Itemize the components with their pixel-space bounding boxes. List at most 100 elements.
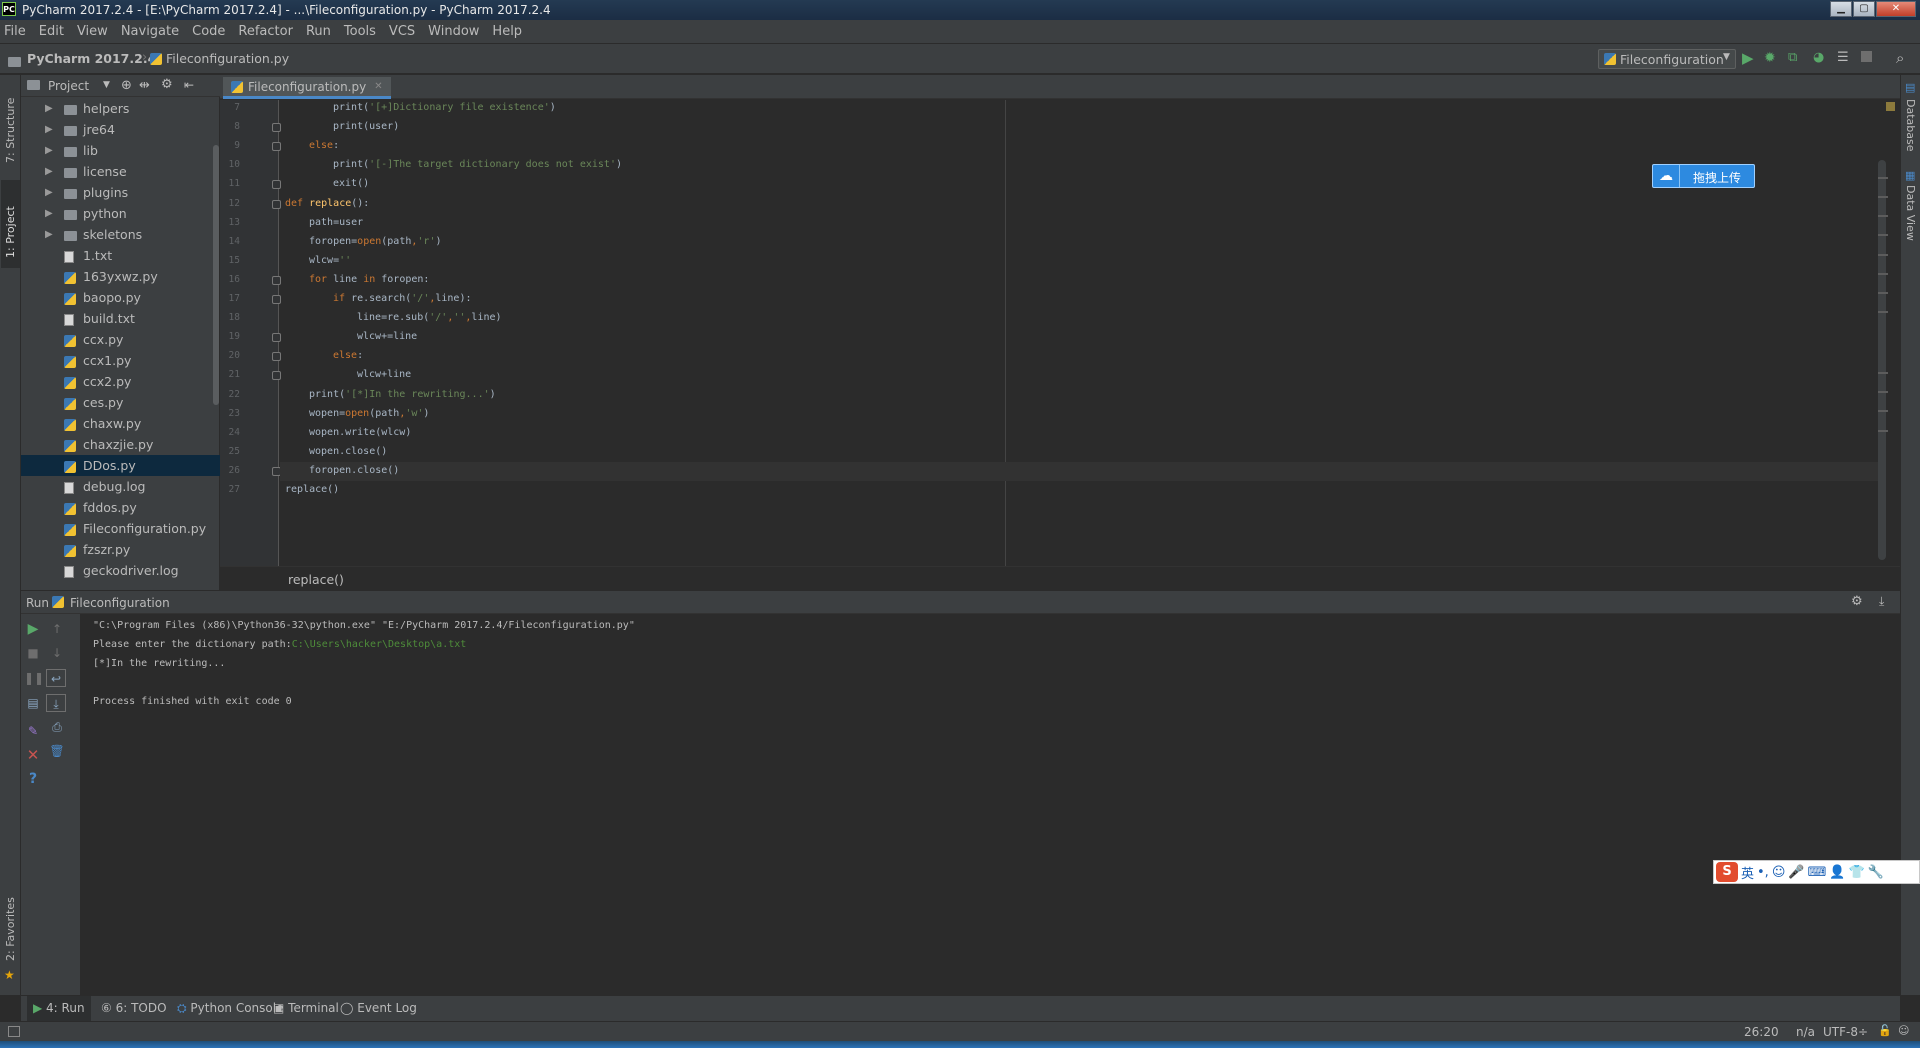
code-line[interactable]: replace() (285, 484, 339, 495)
gear-icon[interactable]: ⚙ (1851, 594, 1863, 609)
minimize-button[interactable]: ▁ (1830, 1, 1852, 17)
tree-item[interactable]: ccx2.py (21, 371, 220, 392)
tree-scrollbar[interactable] (213, 145, 219, 405)
code-line[interactable]: foropen=open(path,'r') (309, 236, 442, 247)
caret-position[interactable]: 26:20 (1744, 1025, 1779, 1039)
code-line[interactable]: for line in foropen: (309, 274, 429, 285)
run-icon[interactable]: ▶ (1742, 49, 1754, 67)
breadcrumb-function[interactable]: replace() (288, 572, 344, 587)
expand-arrow-icon[interactable]: ▶ (45, 119, 53, 140)
run-config-select[interactable]: Fileconfiguration ▼ (1598, 49, 1736, 69)
pause-icon[interactable]: ❚❚ (24, 669, 44, 687)
line-separator[interactable]: n/a (1796, 1025, 1815, 1039)
pin-icon[interactable]: ✎ (24, 722, 42, 740)
baidu-upload-button[interactable]: ☁ 拖拽上传 (1652, 164, 1755, 188)
tab-fileconfiguration[interactable]: Fileconfiguration.py ✕ (223, 77, 391, 99)
menu-run[interactable]: Run (306, 24, 331, 39)
expand-arrow-icon[interactable]: ▶ (45, 182, 53, 203)
hide-panel-icon[interactable]: ⤓ (1879, 594, 1884, 609)
wrench-icon[interactable]: 🔧 (1868, 865, 1884, 880)
nav-project[interactable]: PyCharm 2017.2.4 (27, 51, 156, 66)
fold-marker-icon[interactable] (272, 275, 281, 285)
menu-navigate[interactable]: Navigate (121, 24, 179, 39)
emoji-icon[interactable]: ☺ (1772, 865, 1786, 880)
tree-item[interactable]: chaxw.py (21, 413, 220, 434)
tree-item[interactable]: Fileconfiguration.py (21, 518, 220, 539)
code-line[interactable]: print('[*]In the rewriting...') (309, 389, 496, 400)
code-line[interactable]: exit() (333, 178, 369, 189)
code-line[interactable]: else: (333, 350, 363, 361)
stripe-mark[interactable] (1878, 410, 1888, 413)
stripe-mark[interactable] (1878, 215, 1888, 218)
concurrency-icon[interactable]: ☰ (1837, 50, 1849, 65)
tree-item[interactable]: ▶ python (21, 203, 220, 224)
chevron-down-icon[interactable]: ▼ (103, 80, 110, 90)
tool-windows-icon[interactable] (8, 1026, 20, 1037)
run-console[interactable]: "C:\Program Files (x86)\Python36-32\pyth… (82, 614, 1900, 995)
close-run-icon[interactable]: ✕ (24, 746, 42, 764)
code-line[interactable]: wlcw='' (309, 255, 351, 266)
tree-item[interactable]: 163yxwz.py (21, 266, 220, 287)
project-tool-tab[interactable]: 1: Project (4, 206, 17, 258)
code-line[interactable]: print('[-]The target dictionary does not… (333, 159, 622, 170)
stripe-mark[interactable] (1878, 272, 1888, 275)
database-tool-tab[interactable]: Database (1904, 99, 1917, 152)
code-line[interactable]: wlcw+=line (357, 331, 417, 342)
code-editor[interactable]: 7 8 9 10 11 12 13 14 15 16 17 18 19 20 21 22 23 24 25 26 27 … (220, 100, 1900, 566)
stripe-mark[interactable] (1878, 311, 1888, 314)
fold-marker-icon[interactable] (272, 142, 281, 152)
tree-item[interactable]: ▶ jre64 (21, 119, 220, 140)
coverage-icon[interactable]: ⧉ (1788, 50, 1797, 65)
menu-file[interactable]: File (4, 24, 26, 39)
menu-window[interactable]: Window (428, 24, 479, 39)
stop-icon[interactable] (1861, 51, 1872, 62)
expand-arrow-icon[interactable]: ▶ (45, 161, 53, 182)
tree-item[interactable]: ▶ plugins (21, 182, 220, 203)
fold-marker-icon[interactable] (272, 352, 281, 362)
tree-item[interactable]: ▶ helpers (21, 98, 220, 119)
code-line[interactable]: if re.search('/',line): (333, 293, 472, 304)
hide-panel-icon[interactable]: ⇤ (184, 78, 194, 92)
tree-item[interactable]: ccx.py (21, 329, 220, 350)
stripe-mark[interactable] (1878, 253, 1888, 256)
menu-view[interactable]: View (77, 24, 108, 39)
sogou-icon[interactable]: S (1716, 862, 1738, 882)
debug-icon[interactable]: ✹ (1764, 50, 1776, 66)
menu-refactor[interactable]: Refactor (238, 24, 293, 39)
tool-tab-run[interactable]: ▶ 4: Run (27, 996, 91, 1021)
stripe-mark[interactable] (1878, 292, 1888, 294)
fold-marker-icon[interactable] (272, 333, 281, 343)
favorites-tool-tab[interactable]: 2: Favorites (4, 897, 17, 961)
fold-marker-icon[interactable] (272, 371, 281, 381)
fold-marker-icon[interactable] (272, 123, 281, 133)
print-icon[interactable]: ⎙ (48, 718, 66, 736)
project-panel-title[interactable]: Project (48, 79, 89, 93)
menu-tools[interactable]: Tools (344, 24, 376, 39)
tree-item[interactable]: ccx1.py (21, 350, 220, 371)
tree-item[interactable]: debug.log (21, 476, 220, 497)
keyboard-icon[interactable]: ⌨ (1808, 865, 1827, 880)
tree-item[interactable]: baopo.py (21, 287, 220, 308)
maximize-button[interactable]: ▢ (1853, 1, 1875, 17)
expand-arrow-icon[interactable]: ▶ (45, 203, 53, 224)
skin-icon[interactable]: 👕 (1849, 865, 1865, 880)
tree-item[interactable]: ▶ lib (21, 140, 220, 161)
code-line[interactable]: wlcw+line (357, 369, 411, 380)
code-line[interactable]: def replace(): (285, 198, 369, 209)
menu-vcs[interactable]: VCS (389, 24, 415, 39)
tree-item[interactable]: ▶ license (21, 161, 220, 182)
editor-scrollbar[interactable] (1878, 100, 1886, 566)
microphone-icon[interactable]: 🎤 (1788, 865, 1804, 880)
fold-marker-icon[interactable] (272, 199, 281, 209)
file-encoding[interactable]: UTF-8÷ (1823, 1025, 1868, 1039)
inspection-status-icon[interactable] (1886, 102, 1895, 111)
stop-icon[interactable]: ■ (24, 644, 42, 662)
restore-layout-icon[interactable]: ▤ (24, 694, 42, 712)
menu-code[interactable]: Code (192, 24, 225, 39)
user-icon[interactable]: 👤 (1829, 865, 1845, 880)
code-line[interactable]: wopen.write(wlcw) (309, 427, 411, 438)
menu-help[interactable]: Help (492, 24, 522, 39)
expand-arrow-icon[interactable]: ▶ (45, 140, 53, 161)
tree-item[interactable]: chaxzjie.py (21, 434, 220, 455)
locate-icon[interactable]: ⊕ (121, 78, 132, 93)
